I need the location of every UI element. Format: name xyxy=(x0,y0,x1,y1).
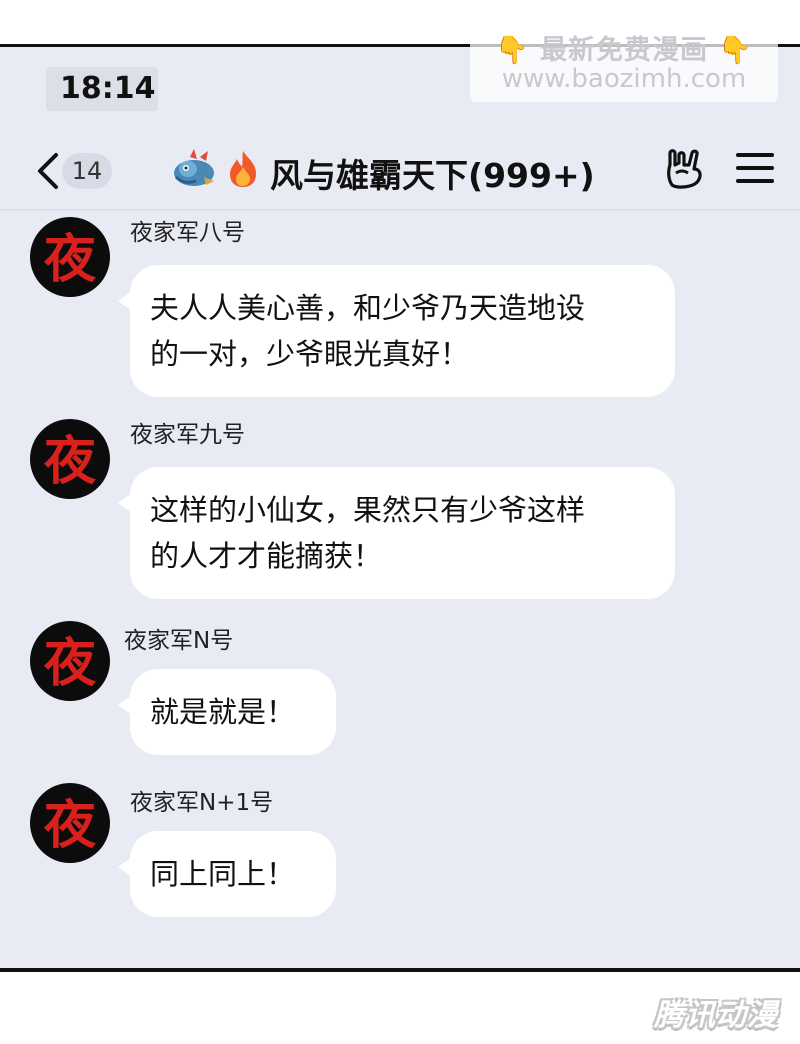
message-line: 这样的小仙女，果然只有少爷这样 xyxy=(150,493,586,527)
sender-name: 夜家军N+1号 xyxy=(130,790,274,816)
rock-hand-icon[interactable] xyxy=(662,145,708,191)
chat-screen: 18:14 14 风与雄霸天下(999+) 夜 夜家军八号 夫人人美心善，和少爷… xyxy=(0,44,800,972)
unread-count-badge[interactable]: 14 xyxy=(62,153,112,189)
message-bubble[interactable]: 这样的小仙女，果然只有少爷这样 的人才才能摘获！ xyxy=(118,467,675,599)
watermark-url: www.baozimh.com xyxy=(501,64,747,94)
sender-name: 夜家军九号 xyxy=(130,422,245,448)
svg-text:夜: 夜 xyxy=(43,229,97,290)
pointing-hand-icon: 👇 xyxy=(718,35,754,66)
svg-text:夜: 夜 xyxy=(43,633,97,694)
message-bubble[interactable]: 就是就是！ xyxy=(118,669,336,755)
message-line: 就是就是！ xyxy=(150,695,296,729)
sender-name: 夜家军N号 xyxy=(124,628,234,654)
dragon-icon xyxy=(174,149,214,186)
svg-text:夜: 夜 xyxy=(43,431,97,492)
avatar-ye-glyph: 夜 xyxy=(43,795,97,856)
avatar[interactable]: 夜 xyxy=(30,621,110,701)
message-line: 夫人人美心善，和少爷乃天造地设 xyxy=(150,291,586,325)
avatar-ye-glyph: 夜 xyxy=(43,431,97,492)
watermark-title: 👇 最新免费漫画 👇 xyxy=(470,28,778,67)
watermark-text: 最新免费漫画 xyxy=(540,35,708,66)
site-watermark: 👇 最新免费漫画 👇 www.baozimh.com xyxy=(470,20,778,102)
svg-text:夜: 夜 xyxy=(43,795,97,856)
message-bubble[interactable]: 同上同上！ xyxy=(118,831,336,917)
message-line: 的人才才能摘获！ xyxy=(150,539,383,573)
brand-watermark: 腾讯动漫 xyxy=(654,998,778,1033)
chat-header: 14 风与雄霸天下(999+) xyxy=(0,137,800,205)
status-time: 18:14 xyxy=(60,71,156,106)
menu-icon[interactable] xyxy=(736,153,774,187)
sender-name: 夜家军八号 xyxy=(130,220,245,246)
message-bubble[interactable]: 夫人人美心善，和少爷乃天造地设 的一对，少爷眼光真好！ xyxy=(118,265,675,397)
avatar[interactable]: 夜 xyxy=(30,419,110,499)
pointing-hand-icon: 👇 xyxy=(494,35,530,66)
avatar[interactable]: 夜 xyxy=(30,217,110,297)
header-divider xyxy=(0,209,800,211)
group-title: 风与雄霸天下(999+) xyxy=(270,156,595,195)
message-line: 的一对，少爷眼光真好！ xyxy=(150,337,470,371)
avatar[interactable]: 夜 xyxy=(30,783,110,863)
message-line: 同上同上！ xyxy=(150,857,296,891)
avatar-ye-glyph: 夜 xyxy=(43,633,97,694)
avatar-ye-glyph: 夜 xyxy=(43,229,97,290)
fire-icon xyxy=(230,151,256,187)
